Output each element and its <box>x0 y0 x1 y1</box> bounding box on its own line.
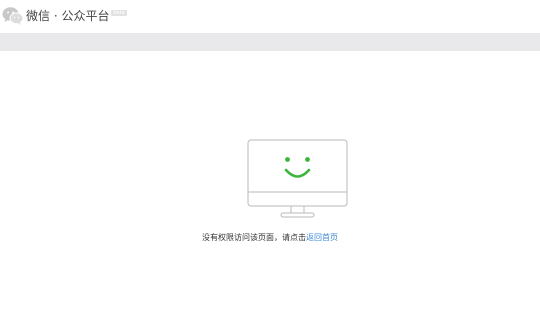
access-denied-message: 没有权限访问该页面，请点击返回首页 <box>0 233 540 243</box>
brand-name: 微信 · 公众平台 <box>26 9 110 23</box>
back-to-home-link[interactable]: 返回首页 <box>306 233 338 242</box>
beta-badge: beta <box>111 10 127 16</box>
top-header: 微信 · 公众平台 beta <box>0 0 540 32</box>
wechat-logo-icon[interactable] <box>2 6 24 26</box>
navigation-bar <box>0 33 540 51</box>
message-text: 没有权限访问该页面，请点击 <box>202 233 306 242</box>
smiling-monitor-icon <box>247 139 349 219</box>
brand-title[interactable]: 微信 · 公众平台 beta <box>26 9 127 23</box>
